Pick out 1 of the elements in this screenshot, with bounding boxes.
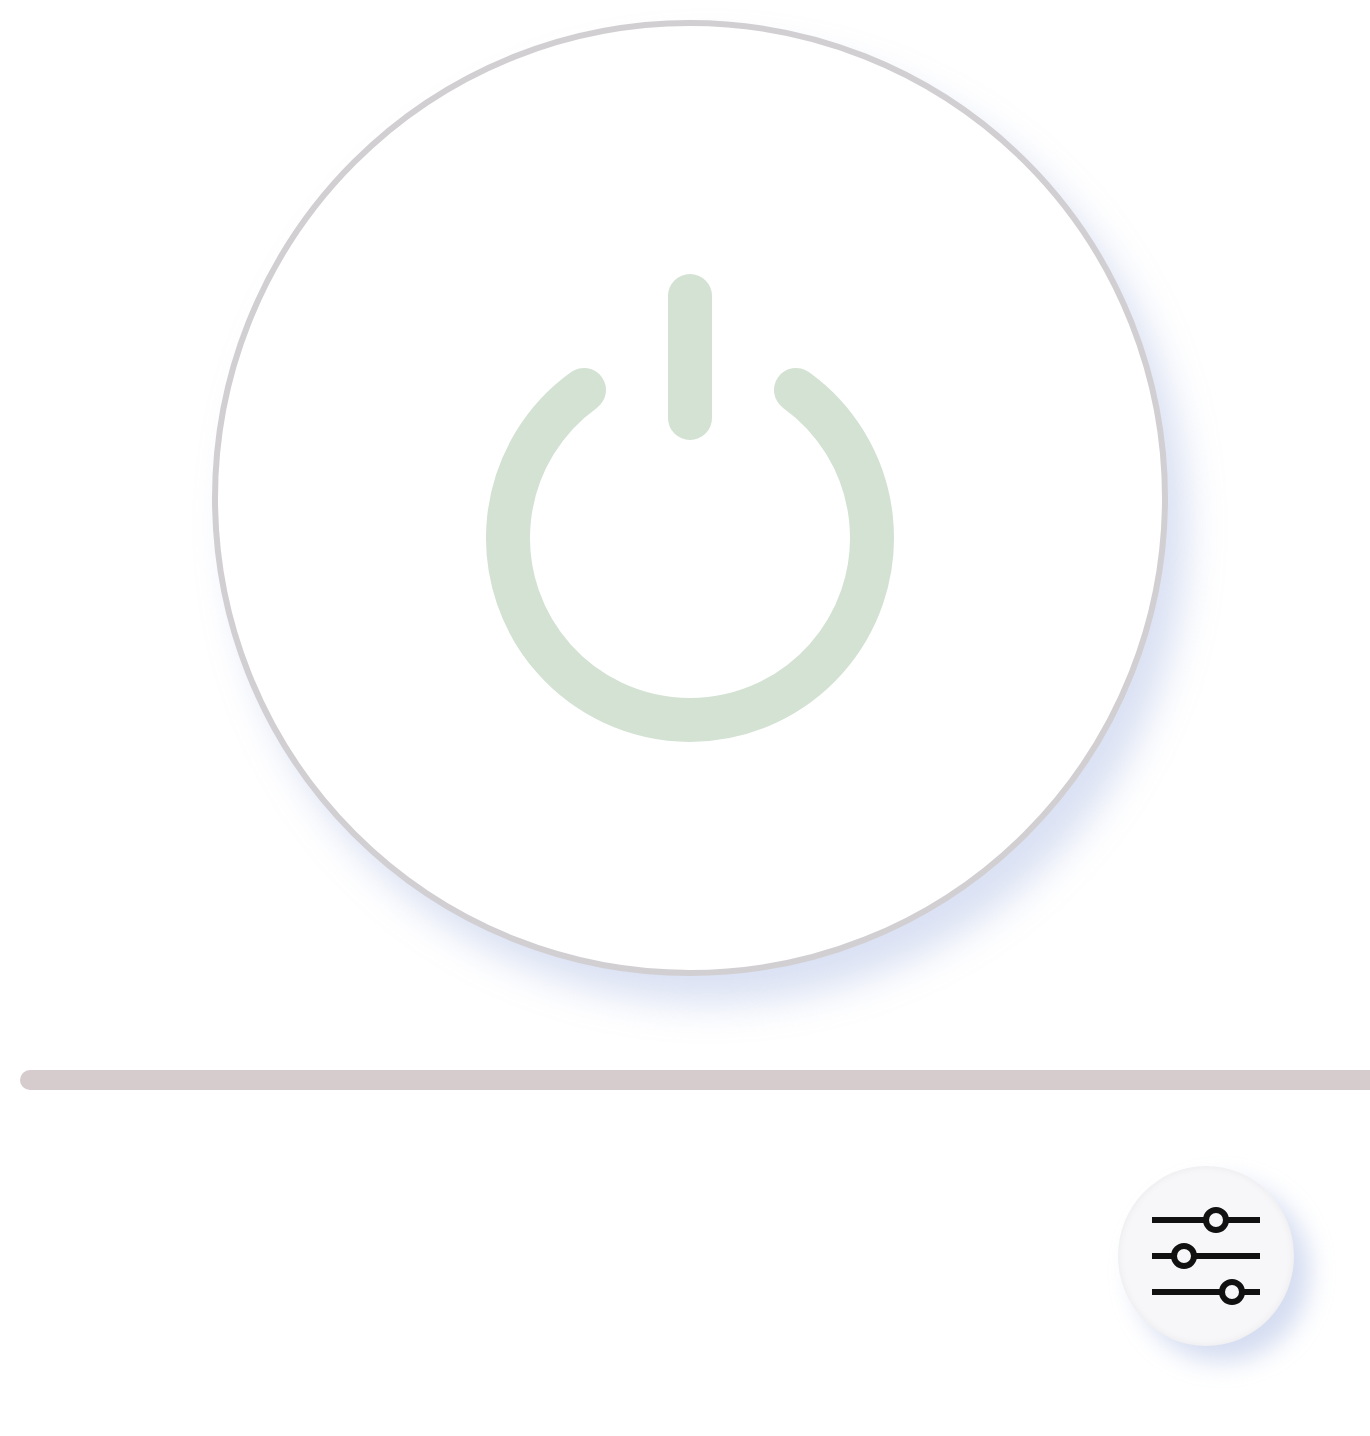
sliders-icon	[1148, 1206, 1264, 1306]
